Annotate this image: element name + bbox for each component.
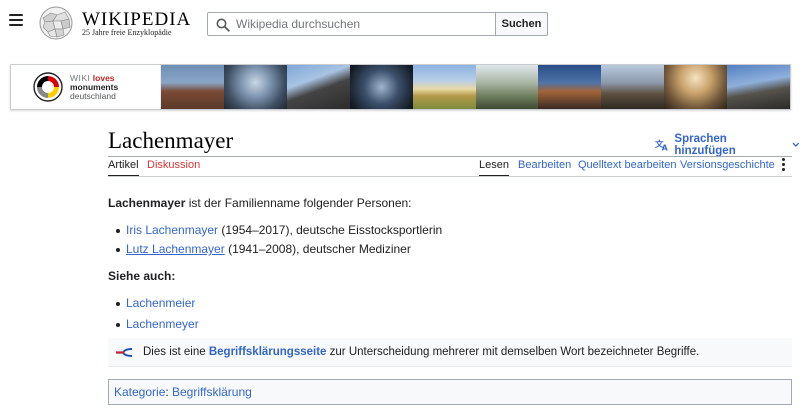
title-divider [108,156,792,157]
banner-photo [161,65,224,109]
person-description: (1954–2017), deutsche Eisstocksportlerin [218,223,443,237]
header: WIKIPEDIA 25 Jahre freie Enzyklopädie Su… [0,0,800,50]
list-item: Lachenmeyer [108,316,792,333]
menu-icon[interactable] [9,14,23,26]
page-title: Lachenmayer [108,128,234,153]
translate-icon: 文 A [655,138,668,152]
tab-article[interactable]: Artikel [108,159,139,177]
disambiguation-notice: Dies ist eine Begriffsklärungsseite zur … [108,338,792,367]
tab-history[interactable]: Versionsgeschichte [680,159,775,171]
banner-photo [538,65,602,109]
person-link[interactable]: Iris Lachenmayer [126,223,218,237]
see-also-link[interactable]: Lachenmeier [126,296,195,310]
chevron-down-icon [792,142,800,147]
search-button[interactable]: Suchen [495,12,548,36]
search-icon [216,18,230,32]
wlm-logo: WIKI loves monuments deutschland [11,65,161,109]
banner-photo-strip [161,65,790,109]
banner-photo [664,65,728,109]
add-languages-label: Sprachen hinzufügen [674,133,736,157]
banner-photo [349,65,413,109]
banner-photo [601,65,665,109]
banner-photo [286,65,350,109]
tab-read[interactable]: Lesen [479,159,509,177]
disambiguation-text: Dies ist eine Begriffsklärungsseite zur … [143,346,700,358]
person-list: Iris Lachenmayer (1954–2017), deutsche E… [108,222,792,258]
search-input[interactable] [236,15,494,33]
person-description: (1941–2008), deutscher Mediziner [224,242,411,256]
tagline: 25 Jahre freie Enzyklopädie [82,28,172,37]
person-link[interactable]: Lutz Lachenmayer [126,242,225,256]
intro-text: ist der Familienname folgender Personen: [185,196,412,210]
see-also-link[interactable]: Lachenmeyer [126,317,199,331]
disambiguation-link[interactable]: Begriffsklärungsseite [209,346,327,358]
tab-discussion[interactable]: Diskussion [147,159,200,171]
category-box: Kategorie: Begriffsklärung [108,379,792,405]
disambiguation-icon [116,348,133,357]
list-item: Lachenmeier [108,295,792,312]
more-icon[interactable] [782,158,786,174]
wikipedia-globe-icon[interactable] [39,6,73,40]
banner-photo [223,65,287,109]
list-item: Iris Lachenmayer (1954–2017), deutsche E… [108,222,792,239]
intro-bold-term: Lachenmayer [108,196,186,210]
article-content: Lachenmayer ist der Familienname folgend… [108,195,792,333]
banner-photo [412,65,476,109]
tab-edit[interactable]: Bearbeiten [518,159,571,171]
see-also-heading: Siehe auch: [108,269,176,283]
tabs-divider [108,176,792,177]
add-languages-button[interactable]: 文 A Sprachen hinzufügen [655,133,800,157]
category-label-link[interactable]: Kategorie [114,385,165,399]
svg-text:A: A [662,144,668,152]
wlm-text: WIKI loves monuments deutschland [70,73,119,101]
intro-paragraph: Lachenmayer ist der Familienname folgend… [108,195,792,212]
see-also-list: Lachenmeier Lachenmeyer [108,295,792,333]
wlm-logo-icon [33,72,63,102]
banner-photo [727,65,790,109]
category-link[interactable]: Begriffsklärung [172,385,252,399]
search-box: Suchen [207,12,548,36]
wiki-loves-monuments-banner[interactable]: WIKI loves monuments deutschland [10,64,791,110]
banner-photo [475,65,539,109]
list-item: Lutz Lachenmayer (1941–2008), deutscher … [108,241,792,258]
tab-source-edit[interactable]: Quelltext bearbeiten [578,159,676,171]
